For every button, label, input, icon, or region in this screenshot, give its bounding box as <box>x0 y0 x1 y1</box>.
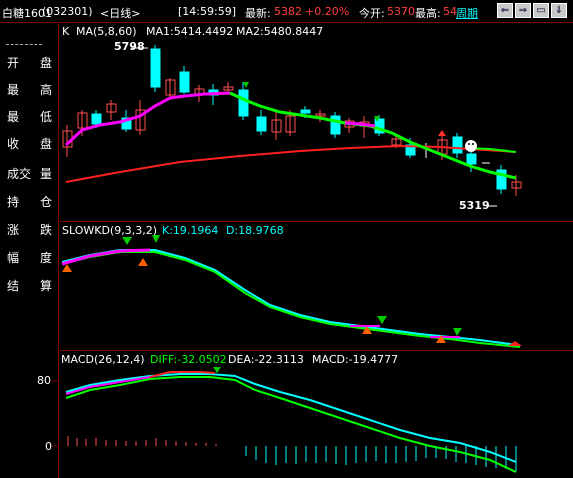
chart-canvas <box>52 45 522 473</box>
candlesticks <box>62 45 522 196</box>
